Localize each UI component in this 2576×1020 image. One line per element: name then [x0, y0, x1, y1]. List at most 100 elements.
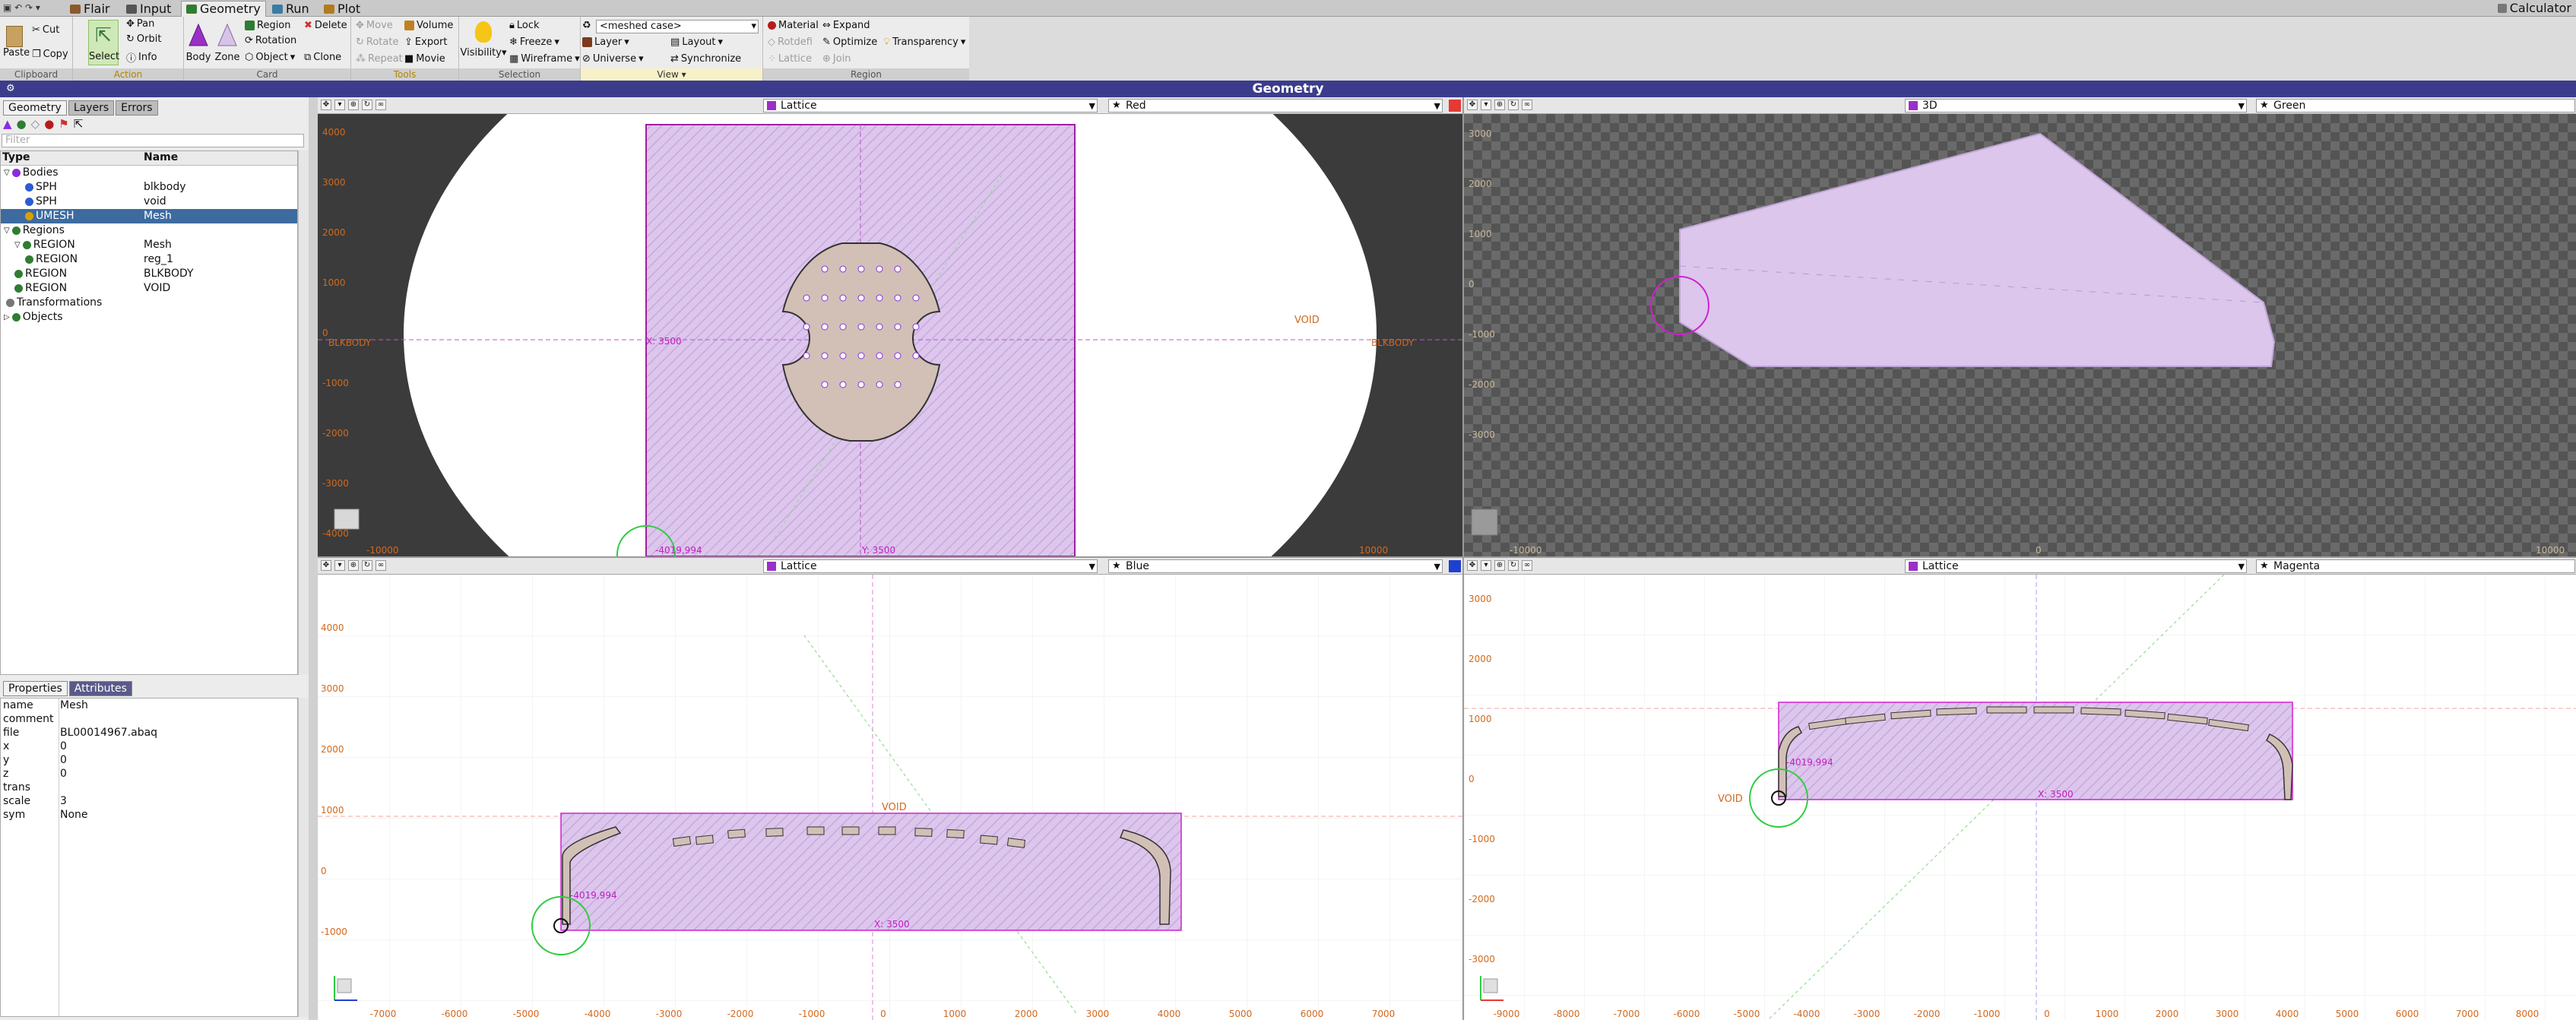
property-row[interactable]: z0: [1, 767, 297, 781]
expand-toggle-icon[interactable]: ▽: [14, 238, 21, 252]
tree-row[interactable]: SPH void: [1, 195, 297, 209]
volume-button[interactable]: Volume: [404, 20, 453, 31]
tree-row[interactable]: ▽ Regions: [1, 223, 297, 238]
tree-row[interactable]: ▽ Bodies: [1, 166, 297, 180]
tab-geometry-tree[interactable]: Geometry: [3, 100, 67, 116]
dropdown-icon[interactable]: ▾: [334, 100, 345, 110]
tab-attributes[interactable]: Attributes: [68, 681, 132, 696]
lattice-button[interactable]: ⁘ Lattice: [768, 53, 812, 65]
tree-row[interactable]: UMESH Mesh: [1, 209, 297, 223]
rotate-button[interactable]: ↻ Rotate: [356, 36, 398, 48]
delete-button[interactable]: ✖ Delete: [304, 20, 347, 31]
rotation-button[interactable]: ⟳ Rotation: [245, 35, 296, 46]
bodies-filter-icon[interactable]: ▲: [3, 117, 12, 131]
tab-input[interactable]: Input: [122, 1, 176, 17]
link-icon[interactable]: ∞: [375, 560, 386, 571]
property-value[interactable]: 0: [60, 740, 67, 753]
property-value[interactable]: 3: [60, 794, 67, 808]
viewport-red[interactable]: ✥ ▾ ⊕ ↻ ∞ Lattice ▼ ★ Red ▼ 4000 3000 20…: [318, 97, 1462, 556]
transform-filter-icon[interactable]: ◇: [31, 117, 40, 131]
link-icon[interactable]: ∞: [375, 100, 386, 110]
rotate-view-icon[interactable]: ↻: [362, 560, 372, 571]
tab-plot[interactable]: Plot: [319, 1, 365, 17]
expand-toggle-icon[interactable]: ▽: [4, 166, 10, 180]
column-name-header[interactable]: Name: [144, 151, 178, 163]
dropdown-icon[interactable]: ▾: [1481, 100, 1491, 110]
property-row[interactable]: x0: [1, 740, 297, 753]
dropdown-icon[interactable]: ▾: [334, 560, 345, 571]
pan-tool-icon[interactable]: ✥: [321, 560, 331, 571]
synchronize-button[interactable]: ⇄ Synchronize: [670, 53, 741, 65]
layer-dropdown[interactable]: Layer ▾: [582, 36, 629, 48]
property-row[interactable]: sym None: [1, 808, 297, 822]
wireframe-dropdown[interactable]: ▦ Wireframe ▾: [509, 53, 580, 65]
clone-button[interactable]: ⧉ Clone: [304, 52, 341, 63]
tree-row[interactable]: REGION BLKBODY: [1, 267, 297, 281]
pan-tool-icon[interactable]: ✥: [1467, 100, 1478, 110]
freeze-dropdown[interactable]: ❄ Freeze ▾: [509, 36, 559, 48]
viewport-green-canvas[interactable]: 3000 2000 1000 0 -1000 -2000 -3000 -10000 0 10…: [1464, 114, 2576, 556]
zoom-icon[interactable]: ⊕: [1494, 560, 1505, 571]
movie-button[interactable]: ■ Movie: [404, 53, 445, 65]
tab-properties[interactable]: Properties: [3, 681, 68, 696]
paste-button[interactable]: Paste: [3, 26, 30, 59]
tree-row[interactable]: ▷ Objects: [1, 310, 297, 325]
link-icon[interactable]: ∞: [1522, 100, 1532, 110]
expand-toggle-icon[interactable]: ▽: [4, 223, 10, 238]
info-button[interactable]: ⓘ Info: [126, 50, 157, 65]
tab-geometry[interactable]: Geometry: [181, 1, 266, 17]
tree-scrollbar[interactable]: [298, 150, 309, 675]
property-row[interactable]: name Mesh: [1, 698, 297, 712]
tree-filter-input[interactable]: Filter: [2, 134, 304, 147]
tab-run[interactable]: Run: [268, 1, 314, 17]
horizontal-splitter[interactable]: [318, 556, 2576, 558]
layout-dropdown[interactable]: ▤ Layout ▾: [670, 36, 723, 48]
orbit-button[interactable]: ↻ Orbit: [126, 33, 161, 45]
move-button[interactable]: ✥ Move: [356, 20, 393, 31]
expand-button[interactable]: ⇔ Expand: [822, 20, 870, 31]
material-filter-icon[interactable]: ●: [44, 117, 54, 131]
viewport-mode-select[interactable]: Lattice ▼: [763, 559, 1098, 573]
property-value[interactable]: Mesh: [60, 698, 88, 712]
column-type-header[interactable]: Type: [2, 151, 30, 163]
property-row[interactable]: scale 3: [1, 794, 297, 808]
vertical-splitter[interactable]: [1462, 97, 1464, 1020]
transparency-dropdown[interactable]: 💡︎ Transparency ▾: [883, 36, 965, 48]
join-button[interactable]: ⊕ Join: [822, 53, 851, 65]
rotdefi-button[interactable]: ◇ Rotdefi: [768, 36, 813, 48]
zone-button[interactable]: Zone: [214, 23, 240, 63]
property-row[interactable]: comment: [1, 712, 297, 726]
property-row[interactable]: file BL00014967.abaq: [1, 726, 297, 740]
viewport-green[interactable]: ✥ ▾ ⊕ ↻ ∞ 3D ▼ ★ Green 3000 2000 1000 0 -1000 -2000…: [1464, 97, 2576, 556]
viewport-mode-select[interactable]: 3D ▼: [1905, 99, 2247, 112]
properties-scrollbar[interactable]: [298, 698, 309, 1017]
rotate-view-icon[interactable]: ↻: [1508, 100, 1519, 110]
cursor-filter-icon[interactable]: ⇱: [74, 117, 84, 131]
pan-button[interactable]: ✥ Pan: [126, 18, 154, 30]
property-value[interactable]: BL00014967.abaq: [60, 726, 157, 740]
viewport-magenta[interactable]: ✥ ▾ ⊕ ↻ ∞ Lattice ▼ ★ Magenta VOID -4019…: [1464, 558, 2576, 1020]
viewport-blue[interactable]: ✥ ▾ ⊕ ↻ ∞ Lattice ▼ ★ Blue ▼ VOID -4019,…: [318, 558, 1462, 1020]
visibility-button[interactable]: Visibility▾: [459, 21, 508, 59]
dropdown-icon[interactable]: ▾: [1481, 560, 1491, 571]
viewport-name-select[interactable]: ★ Blue ▼: [1108, 559, 1443, 573]
case-select[interactable]: <meshed case> ▾: [596, 20, 759, 33]
tab-errors[interactable]: Errors: [116, 100, 158, 116]
copy-button[interactable]: ❐ Copy: [32, 49, 68, 60]
export-button[interactable]: ⇪ Export: [404, 36, 447, 48]
object-dropdown[interactable]: ⬡ Object ▾: [245, 52, 295, 63]
property-value[interactable]: 0: [60, 767, 67, 781]
tree-row[interactable]: SPH blkbody: [1, 180, 297, 195]
property-row[interactable]: y0: [1, 753, 297, 767]
viewport-magenta-canvas[interactable]: VOID -4019,994 X: 3500 -9000 -8000 -7000 -6…: [1464, 574, 2576, 1020]
view-group-label-bar[interactable]: View ▾: [581, 68, 762, 81]
rotate-view-icon[interactable]: ↻: [362, 100, 372, 110]
optimize-button[interactable]: ✎ Optimize: [822, 36, 877, 48]
cut-button[interactable]: ✂ Cut: [32, 24, 59, 36]
left-splitter[interactable]: [309, 97, 318, 1020]
zoom-icon[interactable]: ⊕: [348, 560, 359, 571]
property-row[interactable]: trans: [1, 781, 297, 794]
viewport-mode-select[interactable]: Lattice ▼: [1905, 559, 2247, 573]
property-value[interactable]: None: [60, 808, 88, 822]
calculator-button[interactable]: Calculator: [2497, 1, 2571, 16]
